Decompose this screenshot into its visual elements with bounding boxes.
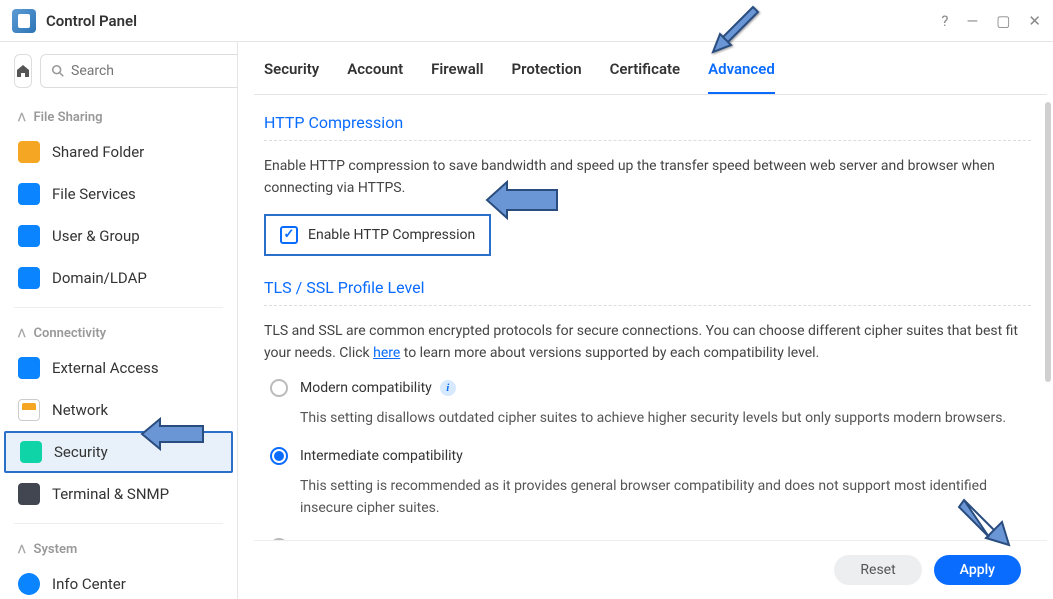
- network-icon: [18, 399, 40, 421]
- checkbox-label: Enable HTTP Compression: [308, 227, 475, 243]
- divider: [14, 307, 223, 308]
- section-title-tls-ssl: TLS / SSL Profile Level: [264, 278, 1031, 306]
- sidebar-item-external-access[interactable]: External Access: [0, 347, 237, 389]
- home-icon: [15, 63, 31, 79]
- home-button[interactable]: [14, 54, 32, 88]
- sidebar-item-label: Domain/LDAP: [52, 269, 147, 287]
- sidebar-item-file-services[interactable]: File Services: [0, 173, 237, 215]
- window-title: Control Panel: [46, 12, 941, 30]
- radio-label: Intermediate compatibility: [300, 448, 463, 464]
- tls-description: TLS and SSL are common encrypted protoco…: [264, 320, 1031, 365]
- tab-protection[interactable]: Protection: [512, 60, 582, 94]
- sidebar-item-label: Network: [52, 401, 108, 419]
- chevron-up-icon: ᐱ: [18, 327, 26, 340]
- domain-icon: [18, 267, 40, 289]
- globe-icon: [18, 357, 40, 379]
- section-header-file-sharing[interactable]: ᐱ File Sharing: [0, 100, 237, 131]
- sidebar-item-security[interactable]: Security: [4, 431, 233, 473]
- apply-button[interactable]: Apply: [934, 555, 1021, 585]
- maximize-icon[interactable]: ▢: [996, 12, 1010, 30]
- scrollbar[interactable]: [1045, 102, 1051, 539]
- search-box[interactable]: [40, 54, 238, 88]
- tab-firewall[interactable]: Firewall: [431, 60, 483, 94]
- radio-label: Modern compatibility: [300, 380, 432, 396]
- section-title-http-compression: HTTP Compression: [264, 113, 1031, 141]
- sidebar-item-shared-folder[interactable]: Shared Folder: [0, 131, 237, 173]
- radio-description: This setting disallows outdated cipher s…: [300, 407, 1031, 429]
- radio-description: This setting is recommended as it provid…: [300, 475, 1031, 520]
- user-icon: [18, 225, 40, 247]
- tab-account[interactable]: Account: [347, 60, 403, 94]
- file-icon: [18, 183, 40, 205]
- search-icon: [51, 64, 65, 78]
- sidebar-item-label: File Services: [52, 185, 136, 203]
- learn-more-link[interactable]: here: [373, 345, 400, 361]
- scrollbar-thumb[interactable]: [1045, 102, 1051, 382]
- radio-modern-compatibility[interactable]: [270, 379, 288, 397]
- sidebar-item-network[interactable]: Network: [0, 389, 237, 431]
- sidebar-item-info-center[interactable]: Info Center: [0, 563, 237, 599]
- search-input[interactable]: [71, 63, 238, 79]
- close-icon[interactable]: ✕: [1028, 12, 1041, 30]
- sidebar-item-label: Security: [54, 443, 108, 461]
- enable-http-compression-checkbox[interactable]: ✓: [280, 226, 298, 244]
- sidebar-item-label: User & Group: [52, 227, 140, 245]
- control-panel-icon: [12, 9, 36, 33]
- sidebar-item-label: External Access: [52, 359, 159, 377]
- enable-http-compression-row[interactable]: ✓ Enable HTTP Compression: [264, 214, 491, 256]
- sidebar-item-domain-ldap[interactable]: Domain/LDAP: [0, 257, 237, 299]
- sidebar-item-label: Terminal & SNMP: [52, 485, 169, 503]
- section-header-connectivity[interactable]: ᐱ Connectivity: [0, 316, 237, 347]
- reset-button[interactable]: Reset: [834, 555, 921, 585]
- sidebar-item-user-group[interactable]: User & Group: [0, 215, 237, 257]
- radio-option-intermediate[interactable]: Intermediate compatibility: [264, 447, 1031, 465]
- tab-bar: Security Account Firewall Protection Cer…: [254, 42, 1047, 95]
- tab-certificate[interactable]: Certificate: [610, 60, 681, 94]
- radio-intermediate-compatibility[interactable]: [270, 447, 288, 465]
- sidebar-item-label: Info Center: [52, 575, 126, 593]
- info-icon[interactable]: i: [440, 380, 456, 396]
- http-compression-description: Enable HTTP compression to save bandwidt…: [264, 155, 1031, 200]
- sidebar-item-label: Shared Folder: [52, 143, 144, 161]
- chevron-up-icon: ᐱ: [18, 111, 26, 124]
- terminal-icon: [18, 483, 40, 505]
- tab-advanced[interactable]: Advanced: [708, 60, 775, 94]
- divider: [14, 523, 223, 524]
- tab-security[interactable]: Security: [264, 60, 319, 94]
- folder-icon: [18, 141, 40, 163]
- sidebar-item-terminal-snmp[interactable]: Terminal & SNMP: [0, 473, 237, 515]
- shield-icon: [20, 441, 42, 463]
- section-header-system[interactable]: ᐱ System: [0, 532, 237, 563]
- help-icon[interactable]: ?: [941, 12, 948, 30]
- radio-option-modern[interactable]: Modern compatibility i: [264, 379, 1031, 397]
- minimize-icon[interactable]: —: [967, 12, 979, 30]
- chevron-up-icon: ᐱ: [18, 543, 26, 556]
- info-icon: [18, 573, 40, 595]
